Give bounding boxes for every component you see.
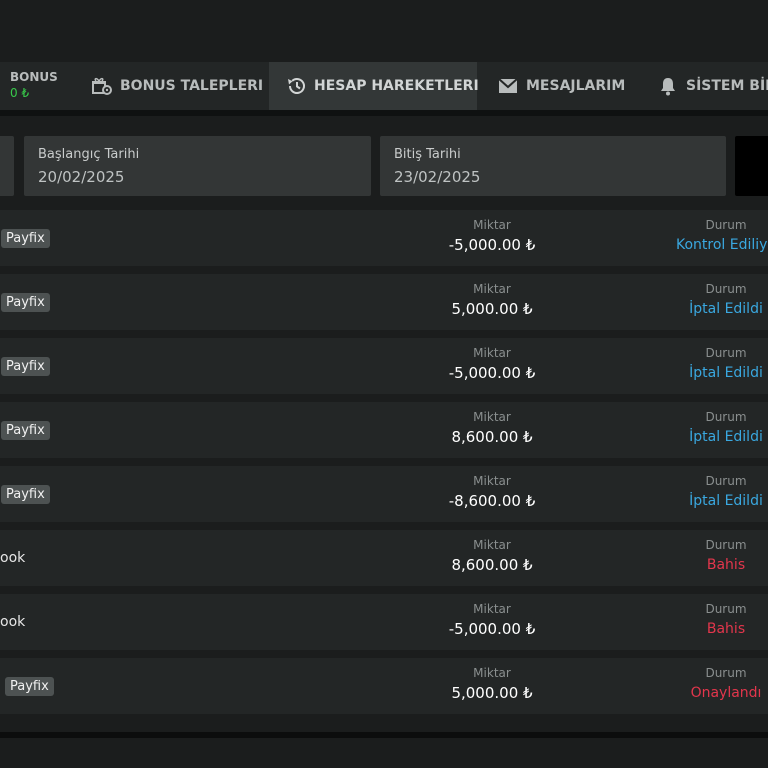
status-label: Durum (705, 666, 747, 680)
gift-gear-icon (92, 76, 112, 96)
payment-method-badge: Payfix (5, 676, 54, 696)
bonus-value: 0 ₺ (10, 86, 30, 100)
tab-account-transactions[interactable]: HESAP HAREKETLERI (269, 62, 479, 110)
amount-label: Miktar (473, 538, 511, 552)
search-button[interactable] (735, 136, 768, 196)
tab-system-notifications[interactable]: SİSTEM BİLD (658, 62, 768, 110)
tab-label: HESAP HAREKETLERI (314, 78, 479, 94)
transaction-row[interactable]: ook Miktar 8,600.00 ₺ Durum Bahis (0, 530, 768, 586)
tab-bonus-requests[interactable]: BONUS TALEPLERI (92, 62, 263, 110)
transaction-row[interactable]: Payfix Miktar 5,000.00 ₺ Durum İptal Edi… (0, 274, 768, 330)
amount-label: Miktar (473, 666, 511, 680)
status-value: Onaylandı (690, 685, 762, 701)
status-label: Durum (705, 474, 747, 488)
status-label: Durum (705, 410, 747, 424)
payment-method-badge: Payfix (1, 484, 50, 504)
amount-label: Miktar (473, 410, 511, 424)
amount-label: Miktar (473, 346, 511, 360)
amount-value: 5,000.00 ₺ (451, 684, 533, 702)
status-value: İptal Edildi (689, 429, 763, 445)
status-label: Durum (705, 282, 747, 296)
start-date-value: 20/02/2025 (38, 168, 125, 186)
tab-label: BONUS TALEPLERI (120, 78, 264, 94)
status-label: Durum (705, 218, 747, 232)
payment-method-badge: Payfix (1, 228, 50, 248)
nav-divider (0, 110, 768, 116)
amount-value: 8,600.00 ₺ (451, 428, 533, 446)
envelope-icon (498, 76, 518, 96)
status-value: İptal Edildi (689, 493, 763, 509)
transaction-row[interactable]: Payfix Miktar -5,000.00 ₺ Durum Kontrol … (0, 210, 768, 266)
status-value: İptal Edildi (689, 301, 763, 317)
status-label: Durum (705, 346, 747, 360)
end-date-label: Bitiş Tarihi (394, 147, 461, 162)
top-header (0, 0, 768, 62)
transaction-row[interactable]: Payfix Miktar 5,000.00 ₺ Durum Onaylandı (0, 658, 768, 714)
status-value: Bahis (706, 621, 746, 637)
status-label: Durum (705, 602, 747, 616)
transaction-source: ook (0, 550, 26, 566)
start-date-label: Başlangıç Tarihi (38, 147, 140, 162)
amount-label: Miktar (473, 282, 511, 296)
start-date-field[interactable]: Başlangıç Tarihi 20/02/2025 (24, 136, 371, 196)
amount-label: Miktar (473, 474, 511, 488)
payment-method-badge: Payfix (1, 292, 50, 312)
amount-value: 8,600.00 ₺ (451, 556, 533, 574)
status-label: Durum (705, 538, 747, 552)
payment-method-badge: Payfix (1, 420, 50, 440)
bonus-balance: BONUS 0 ₺ (10, 70, 58, 100)
history-icon (286, 76, 306, 96)
tab-label: SİSTEM BİLD (686, 78, 768, 94)
status-value: Bahis (706, 557, 746, 573)
transaction-source: ook (0, 614, 26, 630)
amount-value: -5,000.00 ₺ (448, 236, 536, 254)
bell-icon (658, 76, 678, 96)
amount-label: Miktar (473, 602, 511, 616)
amount-value: -5,000.00 ₺ (448, 364, 536, 382)
status-value: İptal Edildi (689, 365, 763, 381)
status-value: Kontrol Ediliyo (676, 237, 768, 253)
tab-label: MESAJLARIM (526, 78, 626, 94)
end-date-value: 23/02/2025 (394, 168, 481, 186)
amount-value: -5,000.00 ₺ (448, 620, 536, 638)
payment-method-badge: Payfix (1, 356, 50, 376)
transaction-row[interactable]: Payfix Miktar -8,600.00 ₺ Durum İptal Ed… (0, 466, 768, 522)
amount-label: Miktar (473, 218, 511, 232)
transaction-row[interactable]: Payfix Miktar 8,600.00 ₺ Durum İptal Edi… (0, 402, 768, 458)
tab-messages[interactable]: MESAJLARIM (498, 62, 625, 110)
bonus-label: BONUS (10, 70, 58, 84)
amount-value: -8,600.00 ₺ (448, 492, 536, 510)
transaction-row[interactable]: Payfix Miktar -5,000.00 ₺ Durum İptal Ed… (0, 338, 768, 394)
amount-value: 5,000.00 ₺ (451, 300, 533, 318)
transaction-row[interactable]: ook Miktar -5,000.00 ₺ Durum Bahis (0, 594, 768, 650)
bottom-divider (0, 732, 768, 738)
filter-field-partial[interactable] (0, 136, 14, 196)
end-date-field[interactable]: Bitiş Tarihi 23/02/2025 (380, 136, 726, 196)
